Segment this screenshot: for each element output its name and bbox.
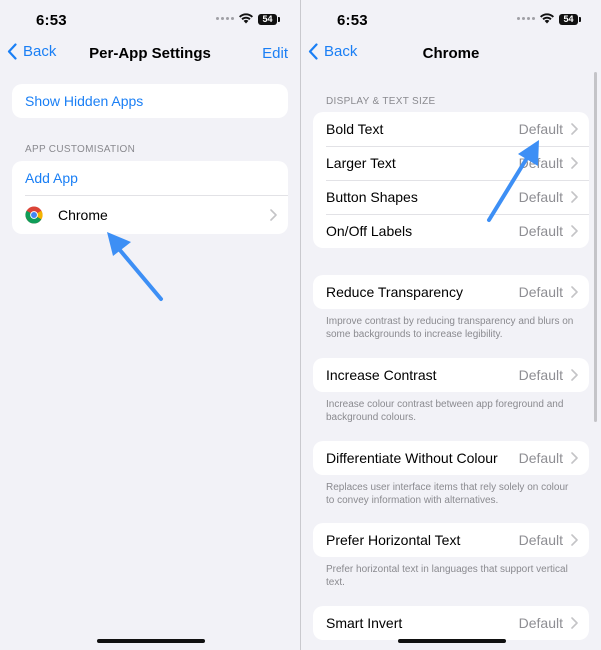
setting-label: Bold Text [326,121,384,137]
annotation-arrow-icon [107,232,163,301]
home-indicator [97,639,205,643]
display-text-size-group: Bold Text Default Larger Text Default Bu… [313,112,589,248]
chevron-right-icon [571,617,578,629]
status-time: 6:53 [36,12,67,29]
section-header-app-customisation: APP CUSTOMISATION [25,144,136,155]
chevron-right-icon [571,123,578,135]
wifi-icon [540,13,554,24]
signal-icon [216,17,236,23]
back-button[interactable]: Back [7,43,56,60]
battery-icon: 54 [258,14,280,25]
setting-label: Larger Text [326,155,396,171]
add-app-button[interactable]: Add App [12,161,288,195]
show-hidden-apps-group: Show Hidden Apps [12,84,288,118]
setting-label: Button Shapes [326,189,418,205]
status-time: 6:53 [337,12,368,29]
home-indicator [398,639,506,643]
chevron-right-icon [571,191,578,203]
setting-label: On/Off Labels [326,223,413,239]
chevron-right-icon [270,208,277,221]
setting-row-increase-contrast[interactable]: Increase Contrast Default [313,358,589,392]
wifi-icon [239,13,253,24]
setting-label: Increase Contrast [326,367,437,383]
app-row-chrome[interactable]: Chrome [12,195,288,234]
setting-footer-prefer-horizontal-text: Prefer horizontal text in languages that… [326,564,568,588]
setting-value: Default [518,155,563,171]
chevron-left-icon [7,43,17,60]
app-customisation-group: Add App Chrome [12,161,288,234]
signal-icon [517,17,537,23]
setting-row-reduce-transparency[interactable]: Reduce Transparency Default [313,275,589,309]
back-button[interactable]: Back [308,43,357,60]
section-header-display-text-size: DISPLAY & TEXT SIZE [326,96,436,107]
back-label: Back [23,43,57,60]
nav-bar: Back Per-App Settings Edit [0,38,300,68]
chrome-settings-screen: 6:53 54 Back Chrome DISPLAY & TEXT SIZE … [301,0,601,650]
chevron-left-icon [308,43,318,60]
setting-row-button-shapes[interactable]: Button Shapes Default [313,180,589,214]
nav-bar: Back Chrome [301,38,601,68]
setting-label: Differentiate Without Colour [326,450,498,466]
setting-row-bold-text[interactable]: Bold Text Default [313,112,589,146]
setting-row-prefer-horizontal-text[interactable]: Prefer Horizontal Text Default [313,523,589,557]
setting-value: Default [518,189,563,205]
setting-label: Prefer Horizontal Text [326,532,461,548]
setting-row-on-off-labels[interactable]: On/Off Labels Default [313,214,589,248]
setting-value: Default [518,532,563,548]
setting-value: Default [518,223,563,239]
chevron-right-icon [571,157,578,169]
chevron-right-icon [571,225,578,237]
setting-value: Default [518,367,563,383]
chevron-right-icon [571,369,578,381]
status-bar: 6:53 54 [301,0,601,40]
setting-footer-increase-contrast: Increase colour contrast between app for… [326,399,564,423]
setting-row-smart-invert[interactable]: Smart Invert Default [313,606,589,640]
differentiate-without-colour-group: Differentiate Without Colour Default [313,441,589,475]
setting-row-larger-text[interactable]: Larger Text Default [313,146,589,180]
chevron-right-icon [571,452,578,464]
show-hidden-apps-label: Show Hidden Apps [25,93,144,109]
setting-value: Default [518,284,563,300]
battery-icon: 54 [559,14,581,25]
setting-label: Smart Invert [326,615,403,631]
setting-footer-differentiate-without-colour: Replaces user interface items that rely … [326,482,569,506]
add-app-label: Add App [25,170,78,186]
prefer-horizontal-text-group: Prefer Horizontal Text Default [313,523,589,557]
scrollbar[interactable] [594,72,597,422]
setting-value: Default [518,450,563,466]
per-app-settings-screen: 6:53 54 Back Per-App Settings Edit Show … [0,0,300,650]
setting-footer-reduce-transparency: Improve contrast by reducing transparenc… [326,316,574,340]
setting-value: Default [518,615,563,631]
app-name: Chrome [58,206,108,223]
show-hidden-apps-button[interactable]: Show Hidden Apps [12,84,288,118]
status-bar: 6:53 54 [0,0,300,40]
smart-invert-group: Smart Invert Default [313,606,589,640]
reduce-transparency-group: Reduce Transparency Default [313,275,589,309]
chrome-icon [25,205,43,224]
back-label: Back [324,43,358,60]
chevron-right-icon [571,534,578,546]
chevron-right-icon [571,286,578,298]
setting-label: Reduce Transparency [326,284,463,300]
edit-button[interactable]: Edit [262,45,288,62]
increase-contrast-group: Increase Contrast Default [313,358,589,392]
setting-value: Default [518,121,563,137]
setting-row-differentiate-without-colour[interactable]: Differentiate Without Colour Default [313,441,589,475]
